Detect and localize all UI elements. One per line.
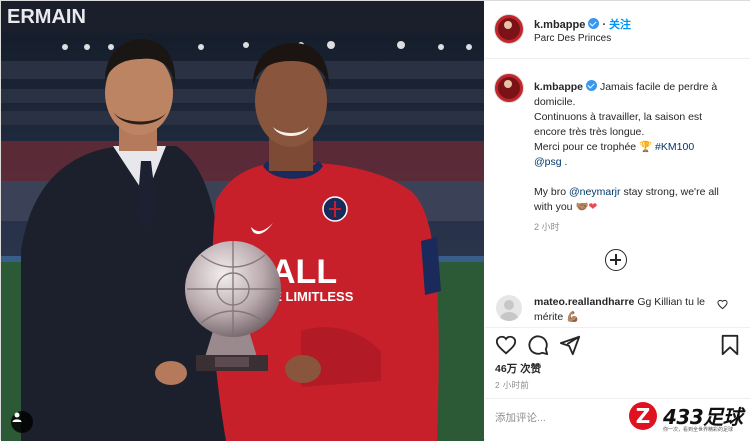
caption-line-5: My bro @neymarjr stay strong, we're all … bbox=[534, 186, 719, 213]
brand-logo-icon: Z bbox=[629, 402, 657, 430]
caption-text: k.mbappe Jamais facile de perdre à domic… bbox=[534, 80, 734, 215]
psg-mention-link[interactable]: @psg . bbox=[534, 155, 734, 170]
comment-icon[interactable] bbox=[527, 334, 549, 356]
caption-timestamp[interactable]: 2 小时 bbox=[534, 220, 560, 233]
person-icon bbox=[12, 412, 22, 422]
caption-line-3: Merci pour ce trophée 🏆 #KM100 bbox=[534, 141, 695, 153]
post-timestamp[interactable]: 2 小时前 bbox=[495, 379, 529, 391]
bookmark-icon[interactable] bbox=[719, 334, 741, 356]
location-link[interactable]: Parc Des Princes bbox=[534, 33, 611, 44]
comments-section: k.mbappe Jamais facile de perdre à domic… bbox=[485, 59, 750, 327]
commenter-avatar[interactable] bbox=[496, 295, 522, 321]
load-more-comments-button[interactable] bbox=[605, 249, 627, 271]
follow-button[interactable]: 关注 bbox=[609, 19, 631, 31]
trophy-emoji-icon: 🏆 bbox=[639, 141, 653, 153]
commenter-username[interactable]: mateo.reallandharre bbox=[534, 296, 634, 308]
comment-like-heart-icon[interactable] bbox=[717, 299, 728, 310]
hashtag-link[interactable]: #KM100 bbox=[652, 141, 694, 153]
caption-username[interactable]: k.mbappe bbox=[534, 81, 583, 93]
stadium-sign-text: ERMAIN bbox=[7, 6, 86, 28]
jersey-sponsor-text: ALL bbox=[271, 253, 337, 291]
verified-badge-icon bbox=[586, 80, 598, 91]
share-icon[interactable] bbox=[559, 334, 581, 356]
post-header: k.mbappe · 关注 Parc Des Princes bbox=[485, 1, 750, 59]
comment-text: mateo.reallandharre Gg Killian tu le mér… bbox=[534, 296, 706, 323]
photo-illustration: ERMAIN ALL LIVE LIMITLESS bbox=[1, 1, 484, 441]
caption-line-2: Continuons à travailler, la saison est e… bbox=[534, 111, 703, 138]
site-watermark: Z 433足球 你一次，看到全世界精彩的足球 bbox=[623, 399, 750, 439]
user-tag-icon[interactable] bbox=[11, 411, 33, 433]
likes-count[interactable]: 46万 次赞 bbox=[495, 361, 541, 376]
caption-avatar[interactable] bbox=[494, 73, 524, 103]
avatar[interactable] bbox=[494, 14, 524, 44]
emoji-icon: 🤝🏽❤ bbox=[575, 201, 598, 213]
post-photo[interactable]: ERMAIN ALL LIVE LIMITLESS bbox=[1, 1, 484, 441]
heart-icon[interactable] bbox=[495, 334, 517, 356]
verified-badge-icon bbox=[588, 18, 600, 29]
comment-item: mateo.reallandharre Gg Killian tu le mér… bbox=[485, 291, 750, 327]
neymar-mention-link[interactable]: @neymarjr bbox=[569, 186, 621, 198]
post-side-panel: k.mbappe · 关注 Parc Des Princes k.mbappe Ja… bbox=[485, 1, 750, 441]
brand-subtitle: 你一次，看到全世界精彩的足球 bbox=[663, 427, 734, 433]
flex-emoji-icon: 💪🏽 bbox=[566, 311, 580, 323]
instagram-post: ERMAIN ALL LIVE LIMITLESS k.mbappe · 关注 … bbox=[0, 0, 750, 441]
header-username-row: k.mbappe · 关注 bbox=[534, 18, 632, 31]
post-actions bbox=[485, 327, 750, 361]
username-link[interactable]: k.mbappe bbox=[534, 19, 585, 31]
